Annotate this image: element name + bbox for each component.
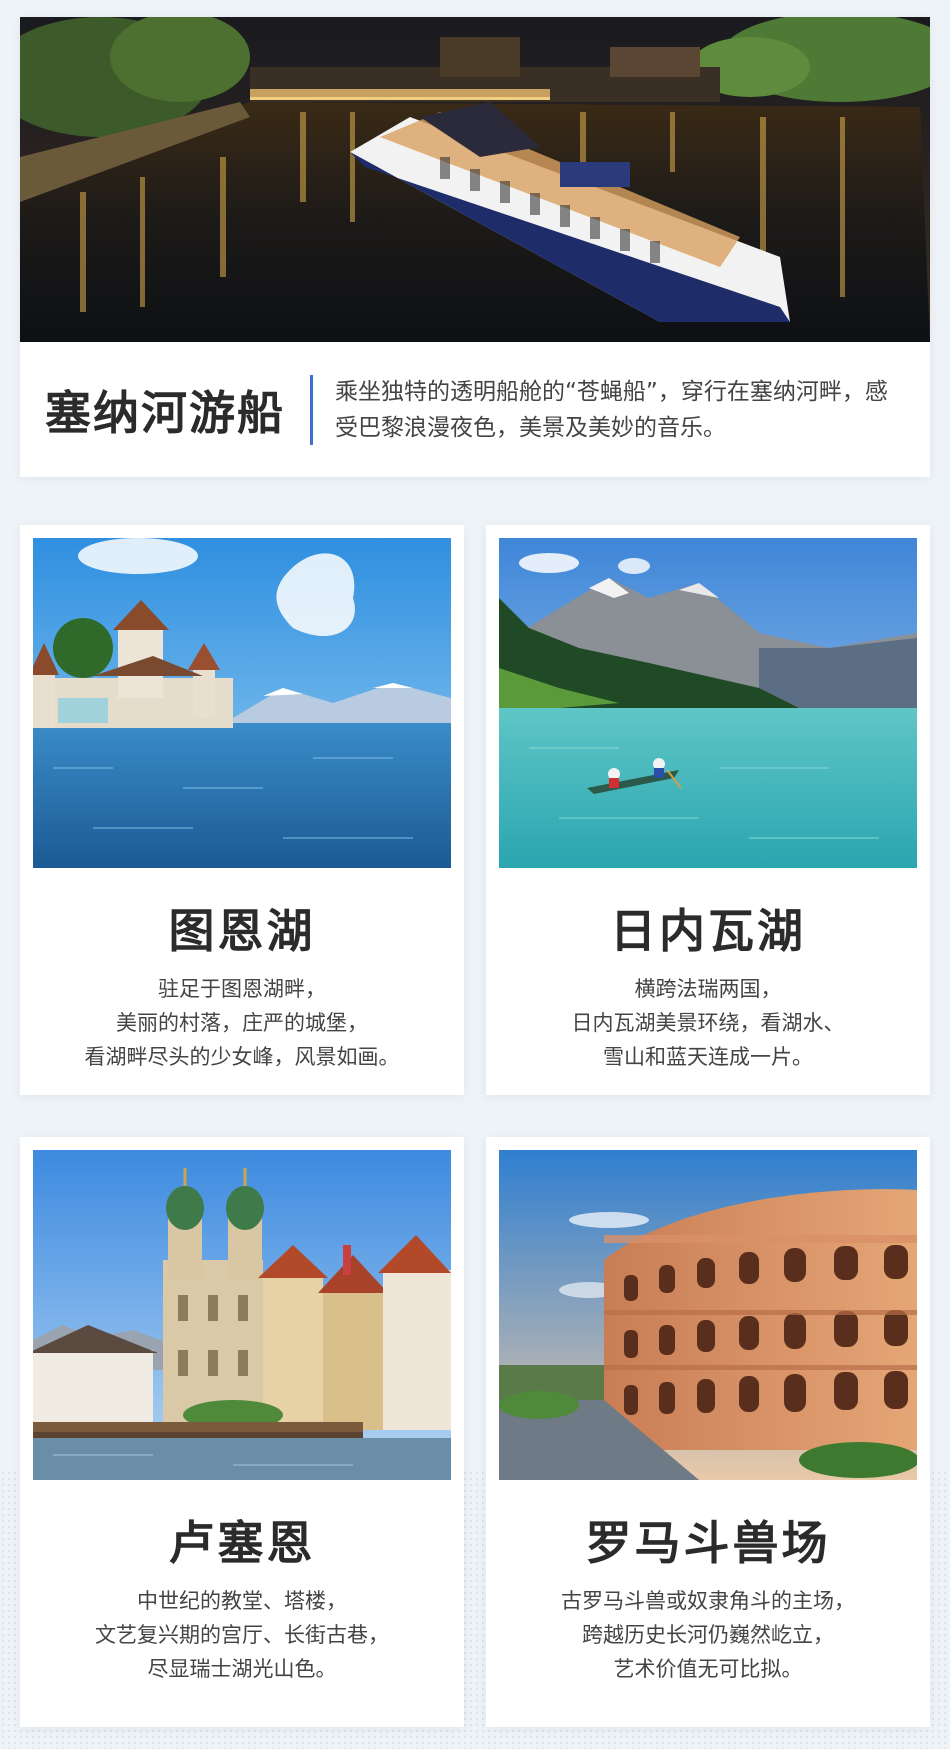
seine-cruise-description: 乘坐独特的透明船舱的“苍蝇船”，穿行在塞纳河畔，感受巴黎浪漫夜色，美景及美妙的音… xyxy=(335,378,888,441)
description-line: 艺术价值无可比拟。 xyxy=(613,1657,803,1681)
description-line: 文艺复兴期的宫厅、长街古巷， xyxy=(95,1623,389,1647)
lucerne-title: 卢塞恩 xyxy=(168,1516,316,1570)
emerald-lake-canoe-photo xyxy=(499,538,917,868)
lake-thun-castle-photo xyxy=(33,538,451,868)
lake-geneva-title: 日内瓦湖 xyxy=(610,904,806,958)
lake-geneva-card[interactable]: 日内瓦湖 横跨法瑞两国， 日内瓦湖美景环绕，看湖水、 雪山和蓝天连成一片。 xyxy=(486,525,930,1095)
description-line: 美丽的村落，庄严的城堡， xyxy=(116,1011,368,1035)
colosseum-title: 罗马斗兽场 xyxy=(585,1516,831,1570)
lucerne-description: 中世纪的教堂、塔楼， 文艺复兴期的宫厅、长街古巷， 尽显瑞士湖光山色。 xyxy=(20,1584,464,1686)
description-line: 横跨法瑞两国， xyxy=(634,977,782,1001)
accent-divider xyxy=(310,374,313,445)
colosseum-description: 古罗马斗兽或奴隶角斗的主场， 跨越历史长河仍巍然屹立， 艺术价值无可比拟。 xyxy=(486,1584,930,1686)
lucerne-church-riverside-photo xyxy=(33,1150,451,1480)
description-line: 看湖畔尽头的少女峰，风景如画。 xyxy=(84,1045,400,1069)
description-line: 驻足于图恩湖畔， xyxy=(158,977,326,1001)
description-line: 古罗马斗兽或奴隶角斗的主场， xyxy=(561,1589,855,1613)
description-line: 日内瓦湖美景环绕，看湖水、 xyxy=(571,1011,845,1035)
lake-thun-card[interactable]: 图恩湖 驻足于图恩湖畔， 美丽的村落，庄严的城堡， 看湖畔尽头的少女峰，风景如画… xyxy=(20,525,464,1095)
lake-geneva-description: 横跨法瑞两国， 日内瓦湖美景环绕，看湖水、 雪山和蓝天连成一片。 xyxy=(486,972,930,1074)
description-line: 雪山和蓝天连成一片。 xyxy=(603,1045,813,1069)
seine-cruise-card[interactable]: 塞纳河游船 乘坐独特的透明船舱的“苍蝇船”，穿行在塞纳河畔，感受巴黎浪漫夜色，美… xyxy=(20,17,930,477)
lucerne-card[interactable]: 卢塞恩 中世纪的教堂、塔楼， 文艺复兴期的宫厅、长街古巷， 尽显瑞士湖光山色。 xyxy=(20,1137,464,1727)
description-line: 跨越历史长河仍巍然屹立， xyxy=(582,1623,834,1647)
lake-thun-description: 驻足于图恩湖畔， 美丽的村落，庄严的城堡， 看湖畔尽头的少女峰，风景如画。 xyxy=(20,972,464,1074)
lake-thun-title: 图恩湖 xyxy=(168,904,316,958)
description-line: 尽显瑞士湖光山色。 xyxy=(147,1657,337,1681)
colosseum-card[interactable]: 罗马斗兽场 古罗马斗兽或奴隶角斗的主场， 跨越历史长河仍巍然屹立， 艺术价值无可… xyxy=(486,1137,930,1727)
seine-cruise-caption: 塞纳河游船 乘坐独特的透明船舱的“苍蝇船”，穿行在塞纳河畔，感受巴黎浪漫夜色，美… xyxy=(20,342,930,477)
roman-colosseum-photo xyxy=(499,1150,917,1480)
seine-night-cruise-photo xyxy=(20,17,930,342)
seine-cruise-title: 塞纳河游船 xyxy=(45,385,285,440)
description-line: 中世纪的教堂、塔楼， xyxy=(137,1589,347,1613)
